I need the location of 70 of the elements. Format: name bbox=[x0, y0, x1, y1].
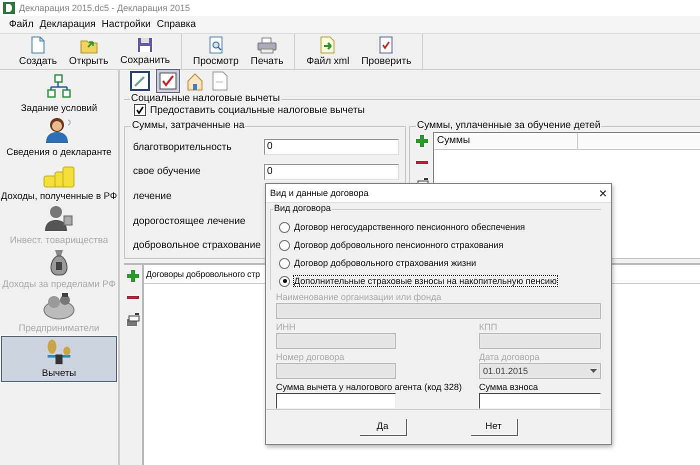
field-label: Дата договора bbox=[479, 352, 540, 362]
radio-button[interactable] bbox=[279, 276, 290, 286]
column-header[interactable]: Договоры добровольного стр bbox=[144, 265, 260, 283]
field-label: дорогостоящее лечение bbox=[133, 216, 246, 227]
document-icon bbox=[30, 36, 46, 54]
field-label: лечение bbox=[133, 190, 173, 202]
menu-item[interactable]: Настройки bbox=[98, 19, 154, 30]
group-title: Суммы, затраченные на bbox=[131, 120, 246, 131]
edit-icon bbox=[126, 313, 140, 327]
arrow-page-icon bbox=[318, 36, 337, 54]
radio-button[interactable] bbox=[279, 222, 290, 232]
radio-button[interactable] bbox=[279, 258, 290, 268]
person-icon bbox=[44, 204, 74, 232]
dropdown-arrow-icon bbox=[590, 369, 597, 373]
field-label: ИНН bbox=[276, 322, 296, 332]
plus-icon bbox=[126, 269, 140, 283]
menu-item[interactable]: Декларация bbox=[36, 19, 99, 30]
section-tab[interactable] bbox=[128, 69, 152, 93]
radio-label: Договор негосударственного пенсионного обеспечения bbox=[294, 222, 525, 232]
close-button[interactable]: × bbox=[598, 185, 607, 201]
sidebar-item[interactable]: Задание условий bbox=[1, 72, 117, 114]
radio-label: Договор добровольного страхования жизни bbox=[294, 258, 476, 268]
printer-icon bbox=[257, 36, 278, 54]
house-icon bbox=[186, 71, 204, 91]
menu-item[interactable]: Файл bbox=[6, 19, 37, 30]
sidebar-item[interactable]: Сведения о декларанте bbox=[1, 116, 117, 158]
field-label: Номер договора bbox=[276, 352, 346, 362]
sidebar-item[interactable]: Вычеты bbox=[1, 336, 117, 382]
menu-item[interactable]: Справка bbox=[154, 19, 199, 30]
input-field[interactable] bbox=[276, 393, 396, 409]
field-label: свое обучение bbox=[133, 166, 202, 178]
field-label: Сумма взноса bbox=[479, 382, 540, 392]
toolbar-button[interactable]: Проверить bbox=[356, 34, 416, 69]
document-icon bbox=[212, 71, 228, 91]
checkbox-label: Предоставить социальные налоговые вычеты bbox=[150, 104, 365, 116]
field-label: Сумма вычета у налогового агента (код 328) bbox=[276, 382, 463, 392]
radio-button[interactable] bbox=[279, 240, 290, 250]
field-label: добровольное страхование bbox=[133, 240, 262, 252]
field-label: КПП bbox=[479, 322, 498, 332]
radio-label: Договор добровольного пенсионного страхования bbox=[294, 240, 504, 250]
checkbox[interactable] bbox=[134, 104, 146, 116]
checkbox-icon bbox=[158, 71, 178, 91]
toolbar-button[interactable]: Сохранить bbox=[115, 34, 175, 69]
toolbar-button[interactable]: Открыть bbox=[64, 34, 114, 69]
magnifier-page-icon bbox=[208, 36, 224, 54]
input-field[interactable] bbox=[479, 393, 601, 409]
coins-icon bbox=[43, 166, 75, 188]
checkmark-page-icon bbox=[378, 36, 394, 54]
section-tab[interactable] bbox=[156, 69, 180, 93]
dialog-button[interactable]: Да bbox=[360, 418, 406, 436]
group-title: Социальные налоговые вычеты bbox=[130, 93, 281, 104]
toolbar-button[interactable]: Файл xml bbox=[301, 34, 354, 69]
radio-label: Дополнительные страховые взносы на накопительную пенсию bbox=[294, 276, 557, 286]
flowchart-icon bbox=[45, 74, 73, 100]
toolbar-button[interactable]: Создать bbox=[14, 34, 62, 69]
framed-page-icon bbox=[130, 71, 150, 91]
dialog-title: Вид и данные договора bbox=[270, 188, 369, 198]
field-label: Наименование организации или фонда bbox=[276, 292, 442, 302]
window-title: Декларация 2015.dc5 - Декларация 2015 bbox=[19, 3, 190, 13]
input-field[interactable]: 0 bbox=[264, 164, 399, 180]
toolbar-button[interactable]: Просмотр bbox=[188, 34, 244, 69]
dialog-button[interactable]: Нет bbox=[470, 418, 518, 436]
machinery-icon bbox=[42, 292, 76, 320]
group-title: Суммы, уплаченные за обучение детей bbox=[416, 120, 602, 131]
plus-icon bbox=[415, 134, 429, 148]
group-title: Вид договора bbox=[273, 203, 332, 213]
sidebar-item[interactable]: Доходы, полученные в РФ bbox=[1, 160, 117, 202]
toolbar-button[interactable]: Печать bbox=[246, 34, 288, 69]
field-label: благотворительность bbox=[133, 142, 233, 153]
input-field[interactable]: 0 bbox=[264, 139, 399, 156]
